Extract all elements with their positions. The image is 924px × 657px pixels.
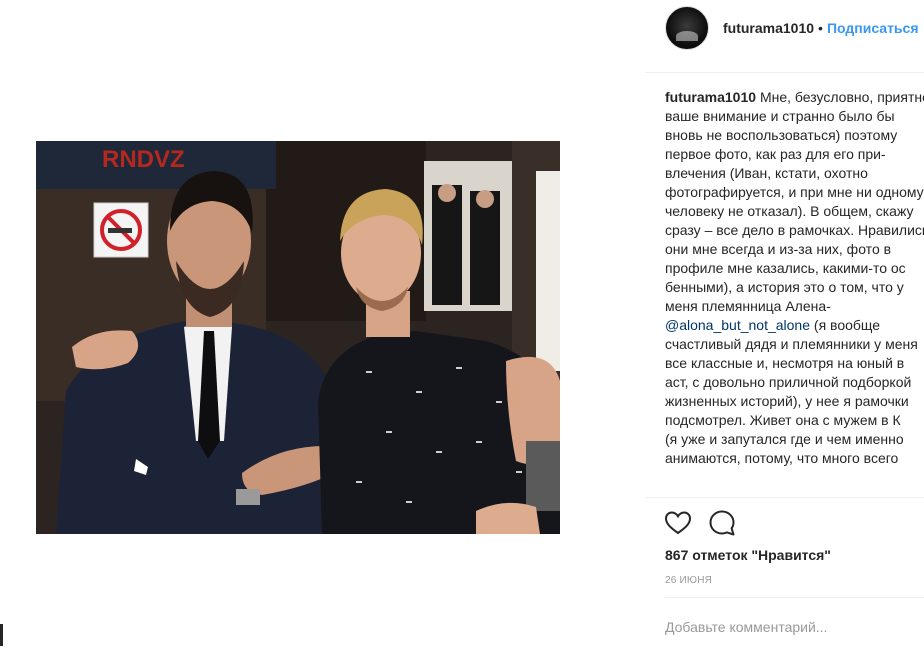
post-photo[interactable]: RNDVZ: [36, 141, 560, 534]
header-separator: •: [818, 20, 823, 36]
caption-line: Мне, безусловно, приятно: [759, 89, 924, 105]
caption-line: ваше внимание и странно было бы: [665, 108, 895, 124]
mention-link[interactable]: @alona_but_not_alone: [665, 317, 810, 333]
caption-line: жизненных историй), у нее я рамочки: [665, 393, 909, 409]
actions-divider: [645, 497, 924, 498]
caption-line: подсмотрел. Живет она с мужем в К: [665, 412, 901, 428]
comment-input[interactable]: [665, 614, 915, 640]
caption-line: они мне всегда и из-за них, фото в: [665, 241, 892, 257]
caption-line: аст, с довольно приличной подборкой: [665, 374, 912, 390]
follow-button[interactable]: Подписаться: [827, 20, 919, 36]
caption-line: (я уже и запутался где и чем именно: [665, 431, 904, 447]
caption-line: влечения (Иван, кстати, охотно: [665, 165, 868, 181]
caption-line: все классные и, несмотря на юный в: [665, 355, 905, 371]
caption-line: вновь не воспользоваться) поэтому: [665, 127, 898, 143]
edge-mark: [0, 624, 3, 646]
no-smoking-sign-icon: [93, 202, 149, 258]
caption-first-line: futurama1010 Мне, безусловно, приятно: [665, 88, 924, 107]
post-photo-image: RNDVZ: [36, 141, 560, 534]
avatar[interactable]: [665, 6, 709, 50]
caption-line: анимаются, потому, что много всего: [665, 450, 899, 466]
header-username[interactable]: futurama1010: [723, 20, 814, 36]
post-caption: futurama1010 Мне, безусловно, приятно ва…: [665, 88, 924, 493]
post-sidebar: futurama1010 • Подписаться futurama1010 Мн…: [645, 0, 924, 657]
photo-sign-text: RNDVZ: [102, 146, 185, 173]
caption-line: сразу – все дело в рамочках. Нравились: [665, 222, 924, 238]
caption-line: меня племянница Алена-: [665, 298, 831, 314]
post-date[interactable]: 26 июня: [665, 575, 712, 586]
caption-line: первое фото, как раз для его при-: [665, 146, 886, 162]
comment-bubble-icon[interactable]: [707, 508, 737, 538]
caption-mention-line: @alona_but_not_alone (я вообще: [665, 316, 924, 335]
caption-line: бенными), а история это о том, что у: [665, 279, 904, 295]
heart-icon[interactable]: [663, 508, 693, 538]
caption-username[interactable]: futurama1010: [665, 89, 756, 105]
post-header: futurama1010 • Подписаться: [645, 0, 924, 73]
likes-count[interactable]: 867 отметок "Нравится": [665, 547, 831, 563]
header-text: futurama1010 • Подписаться: [723, 19, 919, 37]
caption-line: человеку не отказал). В общем, скажу: [665, 203, 914, 219]
comment-divider: [665, 597, 924, 598]
caption-line: профиле мне казались, какими-то ос: [665, 260, 906, 276]
caption-line: фотографируется, и при мне ни одному: [665, 184, 924, 200]
photo-area: RNDVZ: [0, 0, 645, 657]
caption-line: (я вообще: [810, 317, 881, 333]
caption-line: счастливый дядя и племянники у меня: [665, 336, 918, 352]
